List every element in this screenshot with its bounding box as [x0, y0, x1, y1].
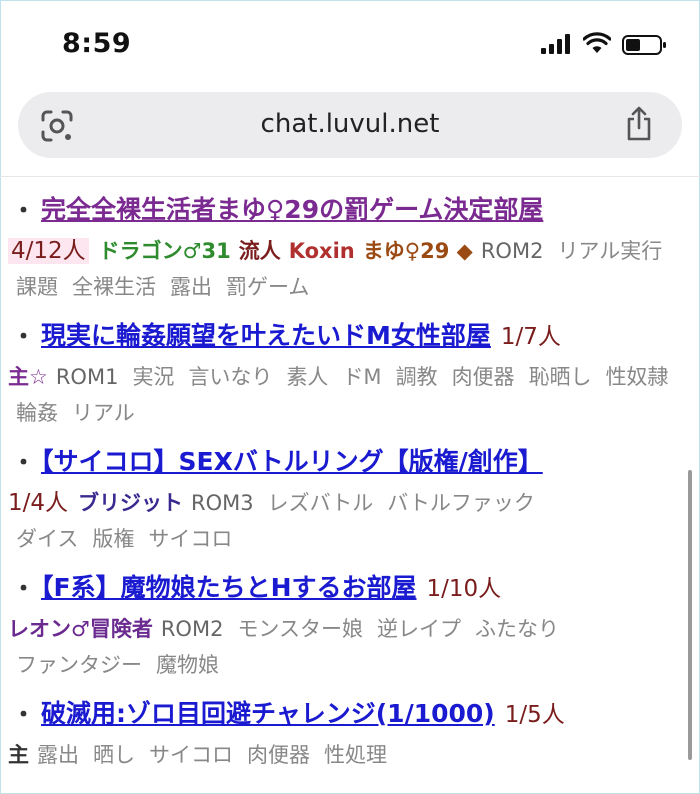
- room-tag: 罰ゲーム: [226, 275, 310, 299]
- room-info-line: 主露出 晒し サイコロ 肉便器 性処理: [8, 735, 692, 775]
- room-tag: リアル実行: [557, 239, 663, 263]
- room-tag: サイコロ: [148, 527, 233, 551]
- room-tag: バトルファック: [387, 491, 535, 515]
- room-tag: 全裸生活: [72, 275, 156, 299]
- share-icon[interactable]: [624, 106, 654, 142]
- room-list: ・完全全裸生活者まゆ♀29の罰ゲーム決定部屋 4/12人 ドラゴン♂31 流人 Koxi…: [8, 190, 692, 788]
- room-tag: 調教: [395, 365, 438, 389]
- user-name[interactable]: レオン♂冒険者: [8, 617, 153, 641]
- room-tag: 性奴隷: [605, 365, 669, 389]
- user-name[interactable]: 主: [8, 743, 29, 767]
- room-title-link[interactable]: 現実に輪姦願望を叶えたいドM女性部屋: [41, 321, 491, 350]
- room-tag: ドM: [342, 365, 382, 389]
- room-tag: ふたなり: [475, 617, 560, 641]
- room-tag: ROM1: [55, 365, 119, 389]
- room-tag: 性処理: [324, 743, 387, 767]
- header-divider: [0, 176, 700, 177]
- room-title-line: ・完全全裸生活者まゆ♀29の罰ゲーム決定部屋: [8, 190, 692, 231]
- bullet: ・: [12, 324, 35, 350]
- room-info-line: 4/12人 ドラゴン♂31 流人 Koxin まゆ♀29 ◆ ROM2 リアル実行: [8, 231, 692, 271]
- room-title-link[interactable]: 【F系】魔物娘たちとHするお部屋: [41, 573, 417, 602]
- user-name[interactable]: 流人: [239, 239, 281, 263]
- room-tag: ROM2: [160, 617, 224, 641]
- user-name[interactable]: ブリジット: [78, 491, 183, 515]
- bullet: ・: [12, 450, 35, 476]
- room-tags-line: 課題 全裸生活 露出 罰ゲーム: [8, 271, 692, 303]
- room-title-line: ・【サイコロ】SEXバトルリング【版権/創作】: [8, 442, 692, 483]
- room-entry: ・完全全裸生活者まゆ♀29の罰ゲーム決定部屋 4/12人 ドラゴン♂31 流人 Koxi…: [8, 190, 692, 303]
- room-tag: 恥晒し: [528, 365, 592, 389]
- room-tags-line: ファンタジー 魔物娘: [8, 649, 692, 681]
- room-info-line: レオン♂冒険者 ROM2 モンスター娘 逆レイプ ふたなり: [8, 609, 692, 649]
- room-tags-line: ダイス 版権 サイコロ: [8, 523, 692, 555]
- room-tag: ROM3: [191, 491, 254, 515]
- status-bar: 8:59: [0, 0, 700, 88]
- room-tag: サイコロ: [149, 743, 233, 767]
- room-tag: リアル: [72, 401, 135, 425]
- room-tag: モンスター娘: [237, 617, 364, 641]
- participant-count: 1/10人: [426, 576, 502, 602]
- scrollbar[interactable]: [688, 470, 692, 760]
- room-tag: 素人: [286, 365, 329, 389]
- room-tag: ファンタジー: [16, 653, 142, 677]
- participant-count: 1/4人: [8, 490, 69, 516]
- room-tag: 露出: [37, 743, 79, 767]
- status-time: 8:59: [62, 28, 132, 59]
- room-info-line: 1/4人 ブリジット ROM3 レズバトル バトルファック: [8, 483, 692, 523]
- room-tag: 魔物娘: [156, 653, 219, 677]
- user-name[interactable]: ドラゴン♂31: [99, 239, 231, 263]
- cellular-signal-icon: [541, 34, 570, 54]
- room-tag: 実況: [132, 365, 175, 389]
- user-name[interactable]: Koxin: [289, 239, 355, 263]
- battery-icon: [622, 35, 666, 55]
- bullet: ・: [12, 702, 35, 728]
- room-entry: ・【サイコロ】SEXバトルリング【版権/創作】 1/4人 ブリジット ROM3 レズバト…: [8, 442, 692, 555]
- room-tag: ダイス: [16, 527, 79, 551]
- bullet: ・: [12, 576, 35, 602]
- participant-count: 4/12人: [8, 238, 89, 264]
- participant-count: 1/7人: [500, 324, 561, 350]
- bullet: ・: [12, 198, 35, 224]
- room-tag: 逆レイプ: [377, 617, 462, 641]
- address-bar[interactable]: chat.luvul.net: [18, 92, 682, 158]
- room-tag: 版権: [92, 527, 135, 551]
- room-tag: レズバトル: [267, 491, 374, 515]
- url-text[interactable]: chat.luvul.net: [18, 109, 682, 139]
- room-tag: 肉便器: [247, 743, 310, 767]
- room-tag: 言いなり: [188, 365, 273, 389]
- room-info-line: 主☆ ROM1 実況 言いなり 素人 ドM 調教 肉便器 恥晒し 性奴隷: [8, 357, 692, 397]
- room-tag: 晒し: [93, 743, 135, 767]
- room-title-line: ・【F系】魔物娘たちとHするお部屋 1/10人: [8, 568, 692, 609]
- room-title-link[interactable]: 【サイコロ】SEXバトルリング【版権/創作】: [41, 447, 543, 476]
- room-title-line: ・破滅用:ゾロ目回避チャレンジ(1/1000) 1/5人: [8, 694, 692, 735]
- participant-count: 1/5人: [504, 702, 565, 728]
- room-tag: ROM2: [480, 239, 544, 263]
- room-tag: 輪姦: [16, 401, 58, 425]
- room-title-link[interactable]: 破滅用:ゾロ目回避チャレンジ(1/1000): [41, 699, 495, 728]
- user-name[interactable]: 主☆: [8, 365, 48, 389]
- room-tag: 露出: [170, 275, 212, 299]
- room-title-link[interactable]: 完全全裸生活者まゆ♀29の罰ゲーム決定部屋: [41, 195, 543, 224]
- room-tag: 課題: [16, 275, 58, 299]
- wifi-icon: [583, 32, 611, 53]
- room-tags-line: 輪姦 リアル: [8, 397, 692, 429]
- user-name[interactable]: まゆ♀29 ◆: [363, 239, 473, 263]
- room-entry: ・【F系】魔物娘たちとHするお部屋 1/10人レオン♂冒険者 ROM2 モンスター娘逆…: [8, 568, 692, 681]
- room-title-line: ・現実に輪姦願望を叶えたいドM女性部屋 1/7人: [8, 316, 692, 357]
- room-tag: 肉便器: [451, 365, 515, 389]
- room-entry: ・現実に輪姦願望を叶えたいドM女性部屋 1/7人主☆ ROM1 実況 言いなり 素人 ドM 調…: [8, 316, 692, 429]
- room-entry: ・破滅用:ゾロ目回避チャレンジ(1/1000) 1/5人主露出 晒し サイコロ 肉便器性…: [8, 694, 692, 775]
